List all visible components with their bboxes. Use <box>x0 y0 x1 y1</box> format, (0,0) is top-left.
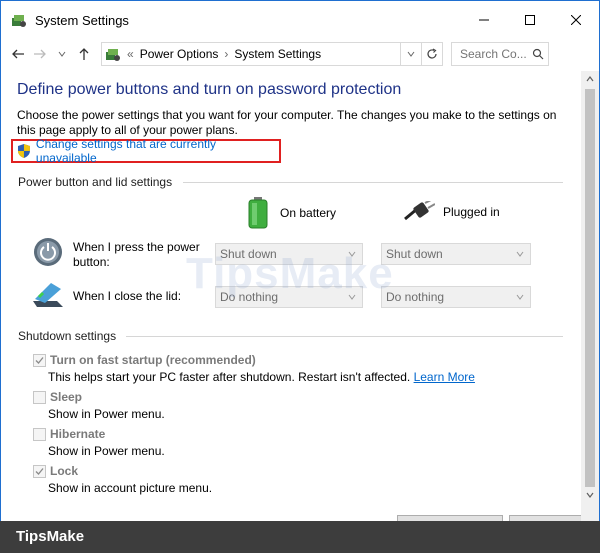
fast-startup-description: This helps start your PC faster after sh… <box>48 370 411 384</box>
refresh-button[interactable] <box>421 43 442 65</box>
chevron-down-icon <box>516 294 524 300</box>
sleep-option: Sleep Show in Power menu. <box>33 390 165 421</box>
power-button-row-label: When I press the power button: <box>73 240 200 269</box>
lid-plugged-dropdown[interactable]: Do nothing <box>381 286 531 308</box>
arrow-left-icon <box>12 49 24 59</box>
close-icon <box>571 15 581 25</box>
shutdown-section-header: Shutdown settings <box>18 329 117 343</box>
scrollbar-thumb[interactable] <box>585 89 595 487</box>
fast-startup-option: Turn on fast startup (recommended) This … <box>33 353 475 384</box>
breadcrumb-system-settings[interactable]: System Settings <box>234 47 321 61</box>
breadcrumb-power-options[interactable]: Power Options <box>140 47 219 61</box>
watermark-text: TipsMake <box>186 249 394 298</box>
change-settings-link-text[interactable]: Change settings that are currently unava… <box>36 137 279 165</box>
hibernate-label: Hibernate <box>50 427 106 441</box>
navigation-bar: « Power Options › System Settings <box>1 39 599 69</box>
chevron-down-icon <box>586 492 594 498</box>
chevron-down-icon <box>58 51 66 57</box>
lock-option: Lock Show in account picture menu. <box>33 464 212 495</box>
chevron-down-icon <box>407 51 415 57</box>
search-input[interactable] <box>458 46 532 62</box>
hibernate-option: Hibernate Show in Power menu. <box>33 427 165 458</box>
vertical-scrollbar[interactable] <box>581 71 599 521</box>
uac-shield-icon <box>17 144 30 158</box>
on-battery-label: On battery <box>280 206 337 220</box>
section-divider <box>126 336 563 337</box>
banner-text: TipsMake <box>16 528 85 545</box>
section-divider <box>183 182 563 183</box>
lid-row-label: When I close the lid: <box>73 289 182 303</box>
page-description: Choose the power settings that you want … <box>17 108 557 137</box>
fast-startup-label: Turn on fast startup (recommended) <box>50 353 256 367</box>
lock-label: Lock <box>50 464 79 478</box>
learn-more-link[interactable]: Learn More <box>414 370 475 384</box>
minimize-icon <box>479 19 489 21</box>
change-settings-link[interactable]: Change settings that are currently unava… <box>11 137 281 165</box>
checkmark-icon <box>35 467 44 475</box>
breadcrumb-separator: › <box>224 47 229 61</box>
chevron-down-icon <box>516 251 524 257</box>
site-banner: TipsMake <box>0 521 600 553</box>
power-button-plugged-dropdown[interactable]: Shut down <box>381 243 531 265</box>
close-button[interactable] <box>553 1 599 39</box>
fast-startup-checkbox[interactable] <box>33 353 46 367</box>
scroll-down-button[interactable] <box>581 487 599 503</box>
chevron-up-icon <box>586 76 594 82</box>
battery-icon <box>248 197 268 229</box>
address-dropdown-button[interactable] <box>400 43 421 65</box>
power-plug-icon <box>404 201 435 221</box>
minimize-button[interactable] <box>461 1 507 39</box>
power-button-plugged-value: Shut down <box>386 247 443 261</box>
refresh-icon <box>427 48 437 59</box>
sleep-description: Show in Power menu. <box>48 407 165 421</box>
maximize-button[interactable] <box>507 1 553 39</box>
maximize-icon <box>525 15 535 25</box>
arrow-right-icon <box>34 49 46 59</box>
lid-plugged-value: Do nothing <box>386 290 445 304</box>
power-section-header: Power button and lid settings <box>18 175 173 189</box>
scroll-up-button[interactable] <box>581 71 599 87</box>
search-box[interactable] <box>451 42 549 66</box>
sleep-checkbox[interactable] <box>33 390 46 404</box>
control-panel-icon <box>106 49 120 61</box>
up-button[interactable] <box>73 43 95 65</box>
hibernate-description: Show in Power menu. <box>48 444 165 458</box>
system-settings-window: System Settings « Power Options › System… <box>0 0 600 522</box>
sleep-label: Sleep <box>50 390 83 404</box>
back-button[interactable] <box>7 43 29 65</box>
plugged-in-label: Plugged in <box>443 205 500 219</box>
recent-locations-button[interactable] <box>51 43 73 65</box>
power-options-app-icon <box>12 15 26 27</box>
power-button-icon <box>34 238 62 266</box>
lock-description: Show in account picture menu. <box>48 481 213 495</box>
breadcrumb-overflow[interactable]: « <box>127 47 134 61</box>
laptop-lid-icon <box>33 283 63 307</box>
on-battery-header: On battery <box>246 197 336 229</box>
lock-checkbox[interactable] <box>33 464 46 478</box>
window-title: System Settings <box>35 12 129 28</box>
page-title: Define power buttons and turn on passwor… <box>17 81 402 98</box>
address-bar[interactable]: « Power Options › System Settings <box>101 42 443 66</box>
checkmark-icon <box>35 356 44 364</box>
content-pane: Define power buttons and turn on passwor… <box>1 71 583 521</box>
search-icon <box>532 48 544 60</box>
forward-button[interactable] <box>29 43 51 65</box>
arrow-up-icon <box>79 48 89 60</box>
plugged-in-header: Plugged in <box>403 201 500 223</box>
title-bar: System Settings <box>1 1 599 39</box>
hibernate-checkbox[interactable] <box>33 427 46 441</box>
